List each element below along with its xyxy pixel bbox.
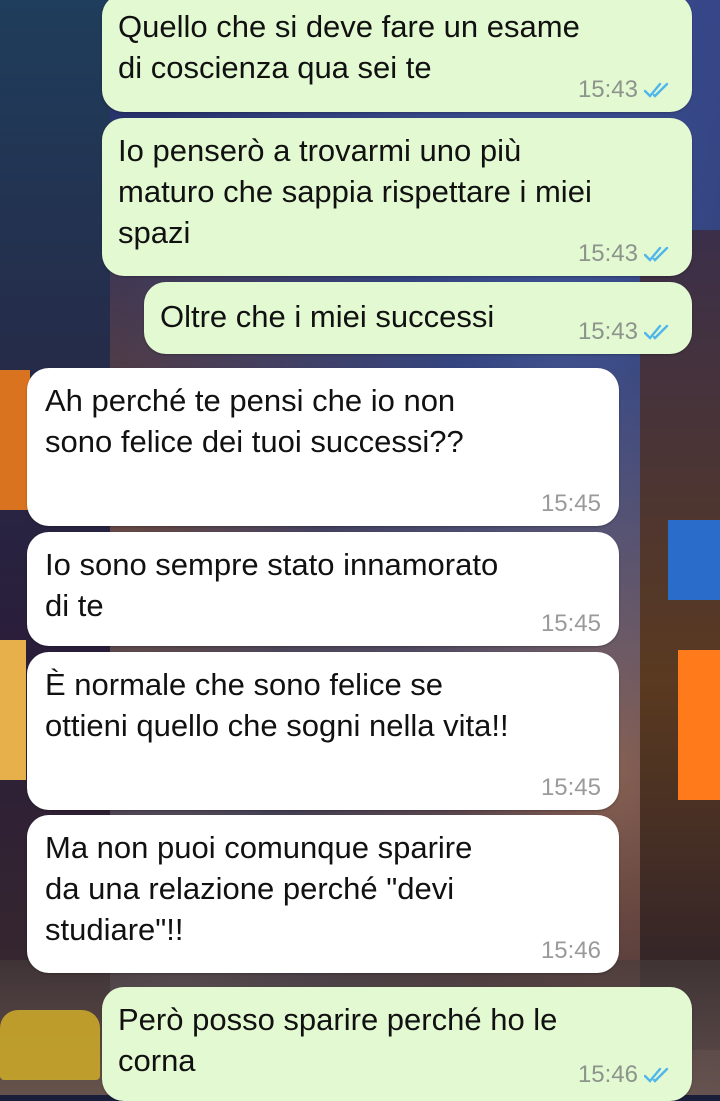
message-bubble-outgoing[interactable]: Quello che si deve fare un esame di cosc…: [102, 0, 692, 112]
double-check-read-icon: [644, 245, 674, 263]
message-meta: 15:45: [541, 776, 601, 800]
message-time: 15:46: [540, 937, 601, 964]
double-check-read-icon: [644, 323, 674, 341]
message-meta: 15:46: [578, 1063, 674, 1087]
message-time: 15:43: [577, 76, 638, 103]
message-text: Ma non puoi comunque sparire da una rela…: [45, 830, 473, 947]
message-meta: 15:43: [578, 78, 674, 102]
message-time: 15:45: [540, 490, 601, 517]
message-time: 15:43: [577, 240, 638, 267]
double-check-read-icon: [644, 81, 674, 99]
message-bubble-incoming[interactable]: È normale che sono felice se ottieni que…: [27, 652, 619, 810]
message-list[interactable]: Quello che si deve fare un esame di cosc…: [0, 0, 720, 1101]
message-text: Io penserò a trovarmi uno più maturo che…: [118, 133, 592, 250]
message-text: Io sono sempre stato innamorato di te: [45, 547, 499, 623]
message-meta: 15:45: [541, 492, 601, 516]
message-text: È normale che sono felice se ottieni que…: [45, 667, 509, 743]
message-bubble-incoming[interactable]: Io sono sempre stato innamorato di te 15…: [27, 532, 619, 646]
message-meta: 15:43: [578, 320, 674, 344]
message-text: Ah perché te pensi che io non sono felic…: [45, 383, 464, 459]
message-time: 15:45: [540, 610, 601, 637]
message-meta: 15:45: [541, 612, 601, 636]
message-bubble-incoming[interactable]: Ah perché te pensi che io non sono felic…: [27, 368, 619, 526]
message-bubble-outgoing[interactable]: Però posso sparire perché ho le corna 15…: [102, 987, 692, 1101]
message-meta: 15:43: [578, 242, 674, 266]
message-bubble-outgoing[interactable]: Io penserò a trovarmi uno più maturo che…: [102, 118, 692, 276]
message-time: 15:43: [577, 318, 638, 345]
double-check-read-icon: [644, 1066, 674, 1084]
message-bubble-outgoing[interactable]: Oltre che i miei successi 15:43: [144, 282, 692, 354]
message-bubble-incoming[interactable]: Ma non puoi comunque sparire da una rela…: [27, 815, 619, 973]
message-time: 15:45: [540, 774, 601, 801]
message-time: 15:46: [577, 1061, 638, 1088]
message-meta: 15:46: [541, 939, 601, 963]
